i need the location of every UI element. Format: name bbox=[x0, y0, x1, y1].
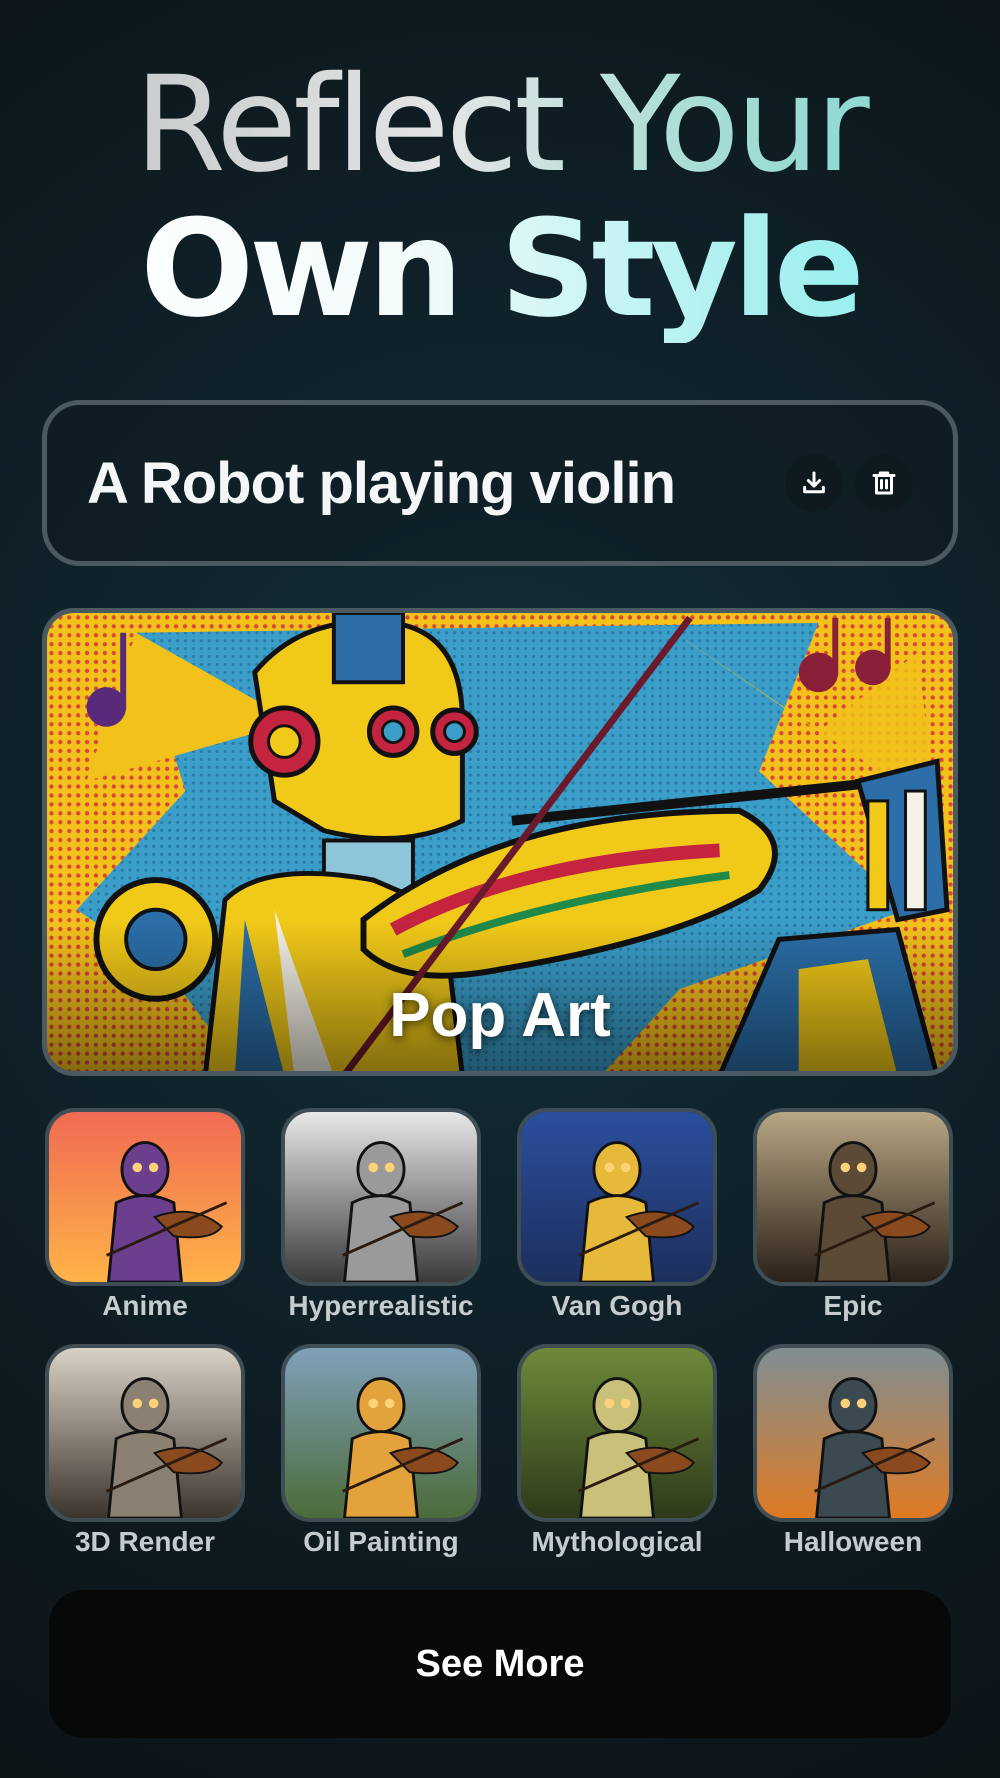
style-label: Mythological bbox=[531, 1526, 703, 1557]
preview-style-label: Pop Art bbox=[389, 981, 611, 1050]
style-grid: Anime Hyperrealistic Van Gogh Epic 3D Re… bbox=[45, 1108, 957, 1558]
style-label: Halloween bbox=[783, 1526, 923, 1557]
style-thumbnail[interactable] bbox=[517, 1108, 717, 1286]
download-button[interactable] bbox=[785, 454, 843, 512]
style-option-halloween[interactable]: Halloween bbox=[753, 1344, 953, 1558]
delete-button[interactable] bbox=[855, 454, 913, 512]
style-thumbnail-image bbox=[521, 1112, 713, 1282]
style-thumbnail[interactable] bbox=[45, 1344, 245, 1522]
style-thumbnail[interactable] bbox=[281, 1344, 481, 1522]
style-thumbnail-image bbox=[521, 1348, 713, 1518]
style-option-hyperrealistic[interactable]: Hyperrealistic bbox=[281, 1108, 481, 1322]
see-more-button[interactable]: See More bbox=[49, 1590, 951, 1738]
style-option-anime[interactable]: Anime bbox=[45, 1108, 245, 1322]
style-thumbnail-image bbox=[285, 1112, 477, 1282]
heading-line-1: Reflect Your bbox=[0, 55, 1000, 195]
style-label: Oil Painting bbox=[303, 1526, 459, 1557]
style-option-van-gogh[interactable]: Van Gogh bbox=[517, 1108, 717, 1322]
style-thumbnail-image bbox=[757, 1348, 949, 1518]
trash-icon bbox=[872, 471, 896, 495]
heading-line-2: Own Style bbox=[0, 195, 1000, 343]
prompt-box[interactable]: A Robot playing violin bbox=[42, 400, 958, 566]
style-thumbnail[interactable] bbox=[45, 1108, 245, 1286]
style-thumbnail[interactable] bbox=[281, 1108, 481, 1286]
style-label: 3D Render bbox=[74, 1526, 216, 1557]
style-thumbnail-image bbox=[285, 1348, 477, 1518]
style-thumbnail[interactable] bbox=[753, 1344, 953, 1522]
style-option-epic[interactable]: Epic bbox=[753, 1108, 953, 1322]
style-option-oil-painting[interactable]: Oil Painting bbox=[281, 1344, 481, 1558]
style-label: Van Gogh bbox=[551, 1290, 683, 1321]
style-thumbnail[interactable] bbox=[753, 1108, 953, 1286]
style-label: Hyperrealistic bbox=[288, 1290, 474, 1321]
style-thumbnail[interactable] bbox=[517, 1344, 717, 1522]
page-heading: Reflect Your Own Style bbox=[0, 55, 1000, 343]
style-thumbnail-image bbox=[49, 1348, 241, 1518]
download-icon bbox=[803, 471, 825, 494]
style-option-3d-render[interactable]: 3D Render bbox=[45, 1344, 245, 1558]
style-option-mythological[interactable]: Mythological bbox=[517, 1344, 717, 1558]
style-thumbnail-image bbox=[49, 1112, 241, 1282]
style-label: Anime bbox=[102, 1290, 188, 1321]
style-label: Epic bbox=[823, 1290, 883, 1321]
preview-image[interactable]: Pop Art bbox=[42, 608, 958, 1076]
style-thumbnail-image bbox=[757, 1112, 949, 1282]
prompt-text[interactable]: A Robot playing violin bbox=[87, 450, 773, 517]
